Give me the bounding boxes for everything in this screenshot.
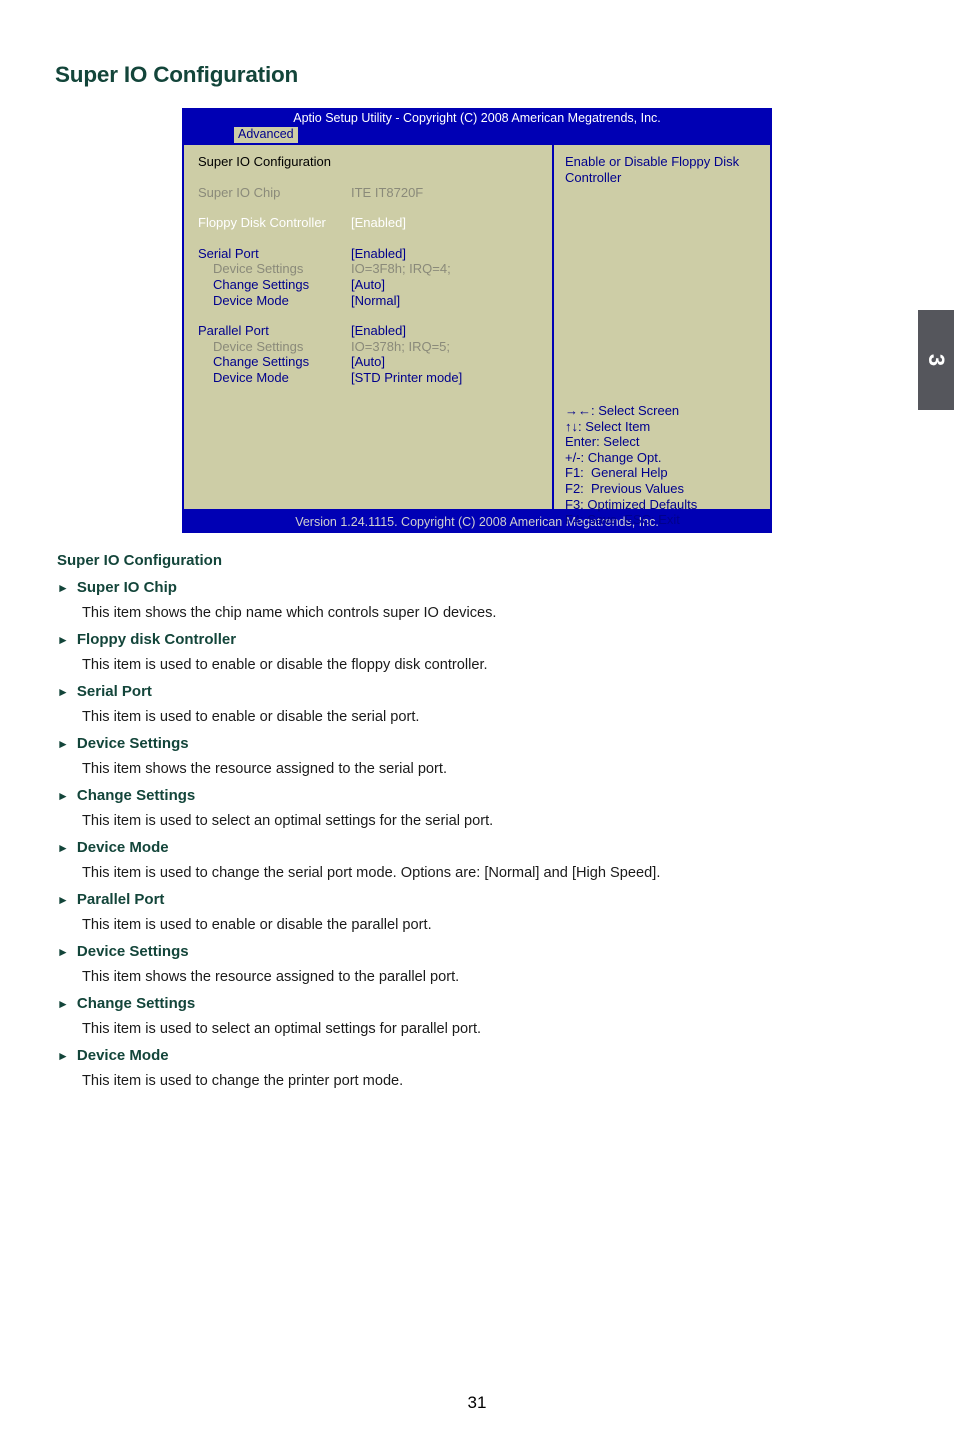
desc-item-body: This item is used to select an optimal s… xyxy=(82,1021,482,1037)
help-key-select-screen: →←: Select Screen xyxy=(565,403,680,418)
desc-item-floppy-disk-controller: ► Floppy disk Controller xyxy=(57,631,954,648)
bios-help-text: Enable or Disable Floppy Disk Controller xyxy=(565,154,740,185)
chapter-tab: 3 xyxy=(918,310,954,410)
bios-tab-advanced[interactable]: Advanced xyxy=(234,127,298,143)
triangle-bullet-icon: ► xyxy=(57,841,69,855)
bios-help-pane: Enable or Disable Floppy Disk Controller… xyxy=(554,145,770,527)
bios-row-serial-port[interactable]: Serial Port [Enabled] xyxy=(198,246,552,262)
desc-item-parallel-device-mode: ► Device Mode xyxy=(57,1047,954,1064)
descriptions-section: Super IO Configuration ► Super IO Chip T… xyxy=(0,552,954,1089)
bios-row-parallel-change-settings[interactable]: Change Settings [Auto] xyxy=(198,354,552,370)
bios-row-parallel-port[interactable]: Parallel Port [Enabled] xyxy=(198,323,552,339)
bios-body: Super IO Configuration Super IO Chip ITE… xyxy=(182,143,772,527)
desc-item-body: This item is used to change the serial p… xyxy=(82,865,661,881)
triangle-bullet-icon: ► xyxy=(57,893,69,907)
desc-item-serial-device-settings: ► Device Settings xyxy=(57,735,954,752)
triangle-bullet-icon: ► xyxy=(57,685,69,699)
desc-item-title: Change Settings xyxy=(76,787,196,804)
desc-item-body: This item shows the chip name which cont… xyxy=(82,605,497,621)
triangle-bullet-icon: ► xyxy=(57,633,69,647)
triangle-bullet-icon: ► xyxy=(57,737,69,751)
desc-item-parallel-change-settings: ► Change Settings xyxy=(57,995,954,1012)
help-key-f2-previous-values: F2: Previous Values xyxy=(565,480,684,496)
bios-titlebar: Aptio Setup Utility - Copyright (C) 2008… xyxy=(182,108,772,143)
desc-item-body: This item shows the resource assigned to… xyxy=(82,969,460,985)
desc-item-serial-change-settings: ► Change Settings xyxy=(57,787,954,804)
descriptions-heading: Super IO Configuration xyxy=(57,552,222,569)
bios-help-keys: →←: Select Screen ↑↓: Select Item Enter:… xyxy=(565,403,697,528)
desc-item-title: Device Settings xyxy=(76,735,189,752)
bios-section-heading: Super IO Configuration xyxy=(198,154,331,169)
desc-item-body: This item shows the resource assigned to… xyxy=(82,761,448,777)
help-key-enter-select: Enter: Select xyxy=(565,434,640,450)
triangle-bullet-icon: ► xyxy=(57,945,69,959)
desc-item-title: Floppy disk Controller xyxy=(76,631,237,648)
bios-row-super-io-chip: Super IO Chip ITE IT8720F xyxy=(198,184,424,200)
triangle-bullet-icon: ► xyxy=(57,1049,69,1063)
desc-item-body: This item is used to enable or disable t… xyxy=(82,657,488,673)
desc-item-body: This item is used to enable or disable t… xyxy=(82,917,432,933)
help-key-select-item: ↑↓: Select Item xyxy=(565,418,651,434)
triangle-bullet-icon: ► xyxy=(57,581,69,595)
bios-row-serial-device-settings: Device Settings IO=3F8h; IRQ=4; xyxy=(213,261,451,277)
desc-item-parallel-port: ► Parallel Port xyxy=(57,891,954,908)
desc-item-title: Serial Port xyxy=(76,683,152,700)
bios-row-serial-device-mode[interactable]: Device Mode [Normal] xyxy=(198,293,552,309)
bios-row-parallel-device-settings: Device Settings IO=378h; IRQ=5; xyxy=(213,338,451,354)
bios-setup-screenshot: Aptio Setup Utility - Copyright (C) 2008… xyxy=(182,108,772,543)
triangle-bullet-icon: ► xyxy=(57,789,69,803)
desc-item-serial-port: ► Serial Port xyxy=(57,683,954,700)
bios-settings-pane: Super IO Configuration Super IO Chip ITE… xyxy=(184,145,554,509)
desc-item-body: This item is used to enable or disable t… xyxy=(82,709,420,725)
desc-item-title: Change Settings xyxy=(76,995,196,1012)
bios-row-parallel-device-mode[interactable]: Device Mode [STD Printer mode] xyxy=(198,370,552,386)
desc-item-title: Parallel Port xyxy=(76,891,165,908)
help-key-f3-optimized-defaults: F3: Optimized Defaults xyxy=(565,496,698,512)
desc-item-title: Device Mode xyxy=(76,839,169,856)
desc-item-body: This item is used to change the printer … xyxy=(82,1073,404,1089)
page-number: 31 xyxy=(467,1393,487,1412)
bios-window-title: Aptio Setup Utility - Copyright (C) 2008… xyxy=(293,111,661,125)
page-title: Super IO Configuration xyxy=(55,62,299,87)
desc-item-title: Super IO Chip xyxy=(76,579,177,596)
triangle-bullet-icon: ► xyxy=(57,997,69,1011)
desc-item-body: This item is used to select an optimal s… xyxy=(82,813,494,829)
bios-row-floppy-disk-controller[interactable]: Floppy Disk Controller [Enabled] xyxy=(198,215,552,231)
help-key-f4-save-esc-exit: F4: Save ESC: Exit xyxy=(565,512,680,528)
desc-item-title: Device Mode xyxy=(76,1047,169,1064)
desc-item-title: Device Settings xyxy=(76,943,189,960)
desc-item-parallel-device-settings: ► Device Settings xyxy=(57,943,954,960)
desc-item-serial-device-mode: ► Device Mode xyxy=(57,839,954,856)
bios-row-serial-change-settings[interactable]: Change Settings [Auto] xyxy=(198,277,552,293)
help-key-f1-general-help: F1: General Help xyxy=(565,465,668,481)
chapter-tab-number: 3 xyxy=(924,353,949,367)
help-key-change-opt: +/-: Change Opt. xyxy=(565,449,662,465)
desc-item-super-io-chip: ► Super IO Chip xyxy=(57,579,954,596)
bios-menu-tabs: Advanced xyxy=(182,127,772,143)
